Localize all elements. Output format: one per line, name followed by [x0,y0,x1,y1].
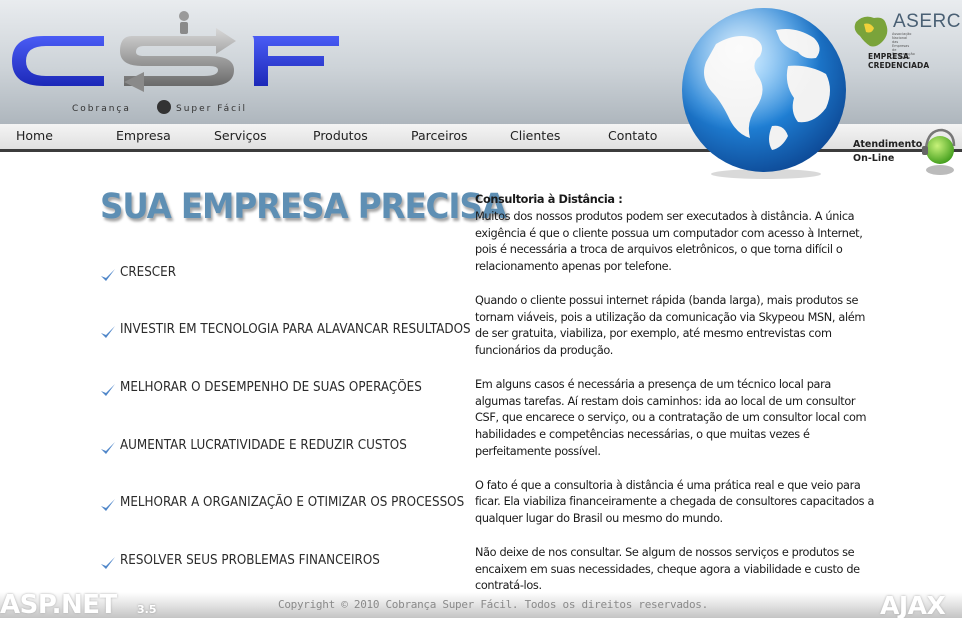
svg-text:Super Fácil: Super Fácil [176,104,247,114]
list-item-label: AUMENTAR LUCRATIVIDADE E REDUZIR CUSTOS [120,438,407,453]
nav-contato[interactable]: Contato [608,128,657,143]
aspnet-version: 3.5 [137,603,157,616]
aspnet-logo: ASP.NET [0,590,117,618]
globe-image [682,8,846,179]
paragraph: Não deixe de nos consultar. Se algum de … [475,545,860,593]
checkmark-icon [101,442,115,454]
nav-clientes[interactable]: Clientes [510,128,560,143]
list-item-label: CRESCER [120,265,177,280]
list-item-label: MELHORAR A ORGANIZAÇÃO E OTIMIZAR OS PRO… [120,495,465,510]
paragraph: O fato é que a consultoria à distância é… [475,478,875,526]
paragraph: Muitos dos nossos produtos podem ser exe… [475,209,863,274]
section-title: Consultoria à Distância : [475,193,623,206]
checkmark-icon [101,557,115,569]
aserc-label: EMPRESA CREDENCIADA [868,52,930,70]
list-item-label: RESOLVER SEUS PROBLEMAS FINANCEIROS [120,553,380,568]
atendimento-line1: Atendimento [853,139,923,150]
nav-empresa[interactable]: Empresa [116,128,171,143]
list-item-label: INVESTIR EM TECNOLOGIA PARA ALAVANCAR RE… [120,322,471,337]
page-headline: SUA EMPRESA PRECISA [100,187,507,227]
atendimento-online[interactable]: Atendimento On-Line [853,138,922,166]
paragraph: Em alguns casos é necessária a presença … [475,377,867,458]
copyright-text: Copyright © 2010 Cobrança Super Fácil. T… [278,598,708,611]
nav-produtos[interactable]: Produtos [313,128,368,143]
ajax-logo: AJAX [880,591,946,618]
aserc-name: ASERC [893,11,961,32]
consultoria-section: Consultoria à Distância : Muitos dos nos… [475,192,875,612]
csf-logo[interactable]: Cobrança Super Fácil [4,6,349,118]
checkmark-icon [101,326,115,338]
list-item-label: MELHORAR O DESEMPENHO DE SUAS OPERAÇÕES [120,380,422,395]
paragraph: Quando o cliente possui internet rápida … [475,293,865,358]
svg-text:Cobrança: Cobrança [72,104,131,114]
checkmark-icon [101,269,115,281]
checkmark-icon [101,499,115,511]
atendimento-line2: On-Line [853,153,895,164]
nav-home[interactable]: Home [16,128,53,143]
nav-parceiros[interactable]: Parceiros [411,128,468,143]
support-headset-icon[interactable] [918,124,958,176]
checkmark-icon [101,384,115,396]
nav-servicos[interactable]: Serviços [214,128,267,143]
